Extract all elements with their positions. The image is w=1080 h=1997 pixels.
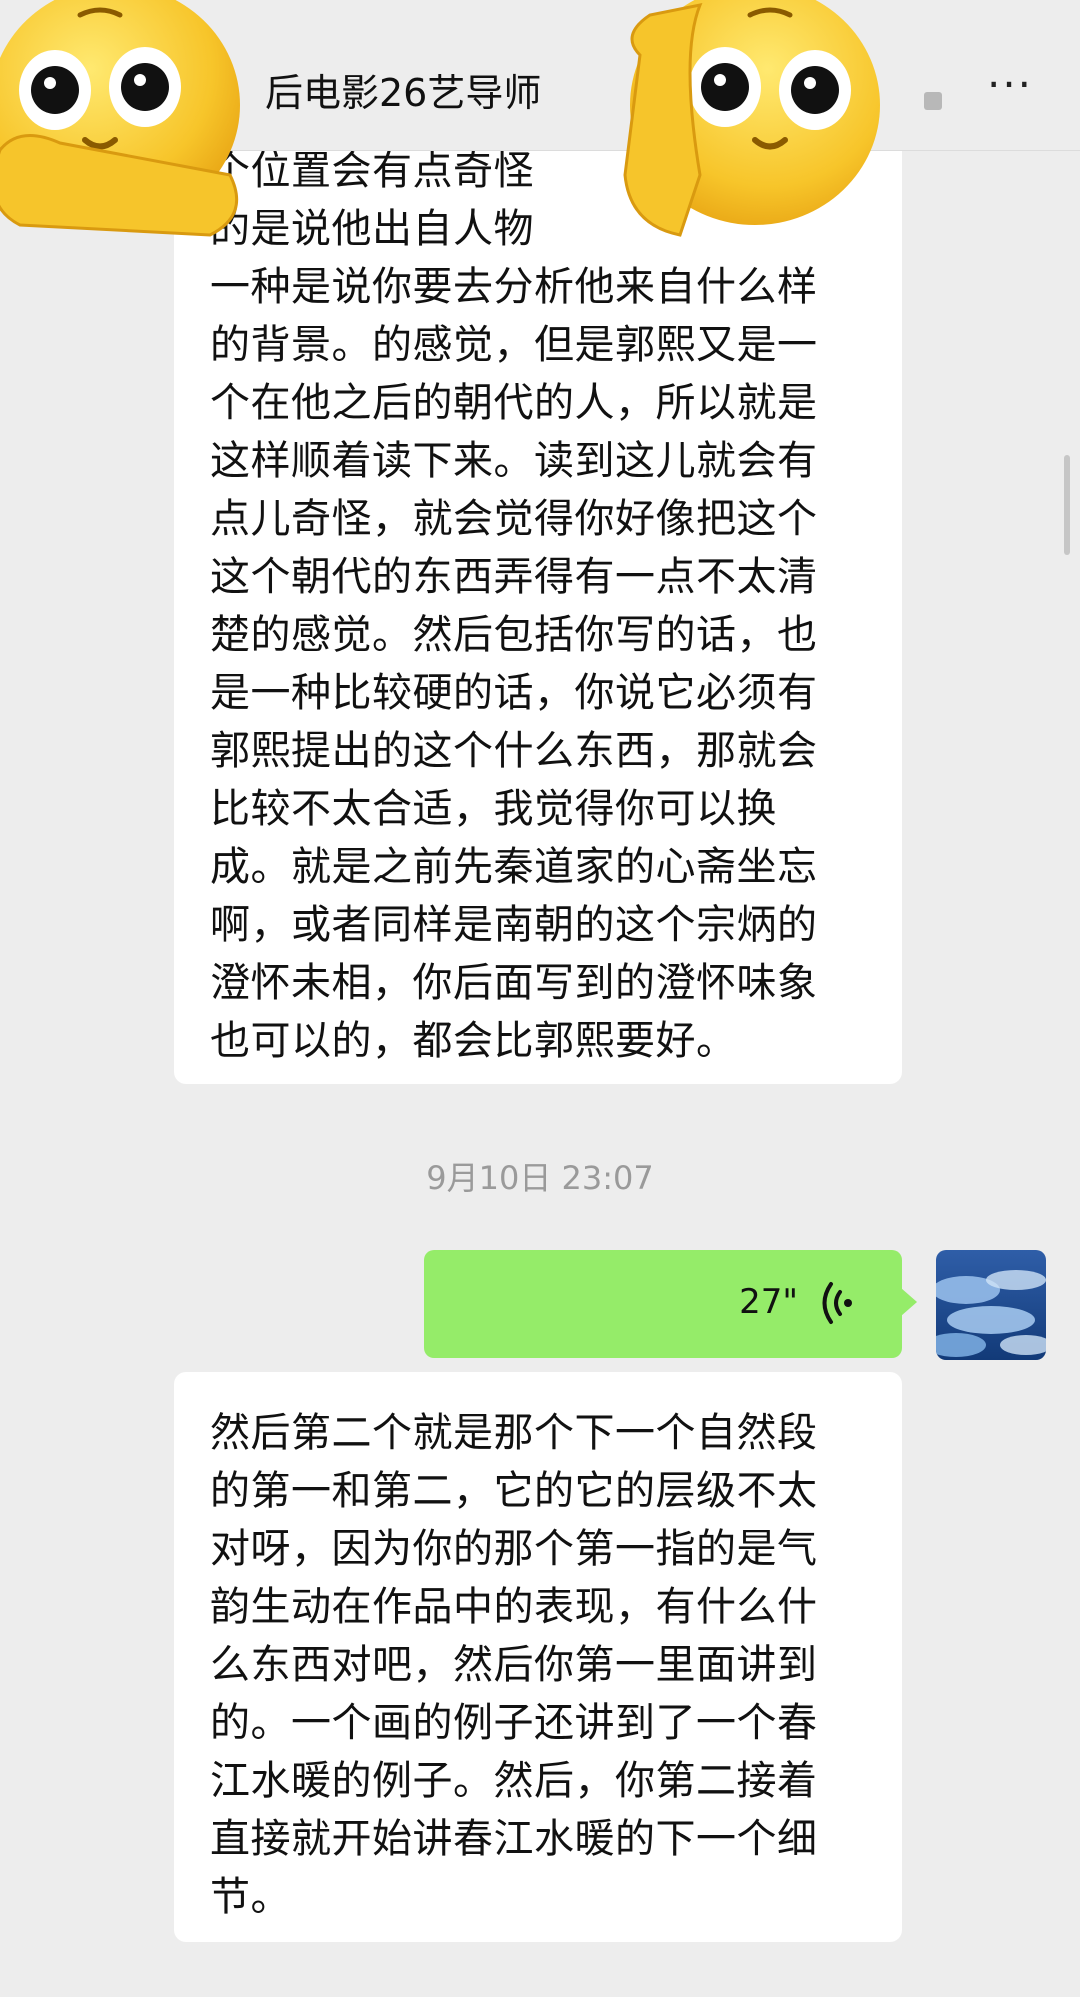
avatar-image — [936, 1250, 1046, 1360]
message-bubble[interactable]: 然后第二个就是那个下一个自然段 的第一和第二，它的它的层级不太 对呀，因为你的那… — [174, 1372, 902, 1942]
status-icon — [924, 92, 942, 110]
scrollbar[interactable] — [1064, 455, 1070, 555]
more-options-button[interactable]: ··· — [980, 64, 1040, 110]
emoji-sticker-icon — [623, 0, 880, 237]
voice-duration: 27" — [739, 1282, 798, 1322]
voice-wave-icon — [822, 1282, 852, 1324]
voice-message-bubble[interactable]: 27" — [424, 1250, 917, 1358]
message-text: 然后第二个就是那个下一个自然段 的第一和第二，它的它的层级不太 对呀，因为你的那… — [210, 1410, 818, 1920]
emoji-sticker-icon — [0, 0, 240, 237]
chat-title[interactable]: 后电影26艺导师 — [265, 62, 541, 117]
avatar[interactable] — [936, 1250, 1046, 1360]
message-timestamp: 9月10日 23:07 — [426, 1159, 654, 1197]
message-text: 个位置会有点奇怪 的是说他出自人物 一种是说你要去分析他来自什么样 的背景。的感… — [210, 148, 818, 1064]
